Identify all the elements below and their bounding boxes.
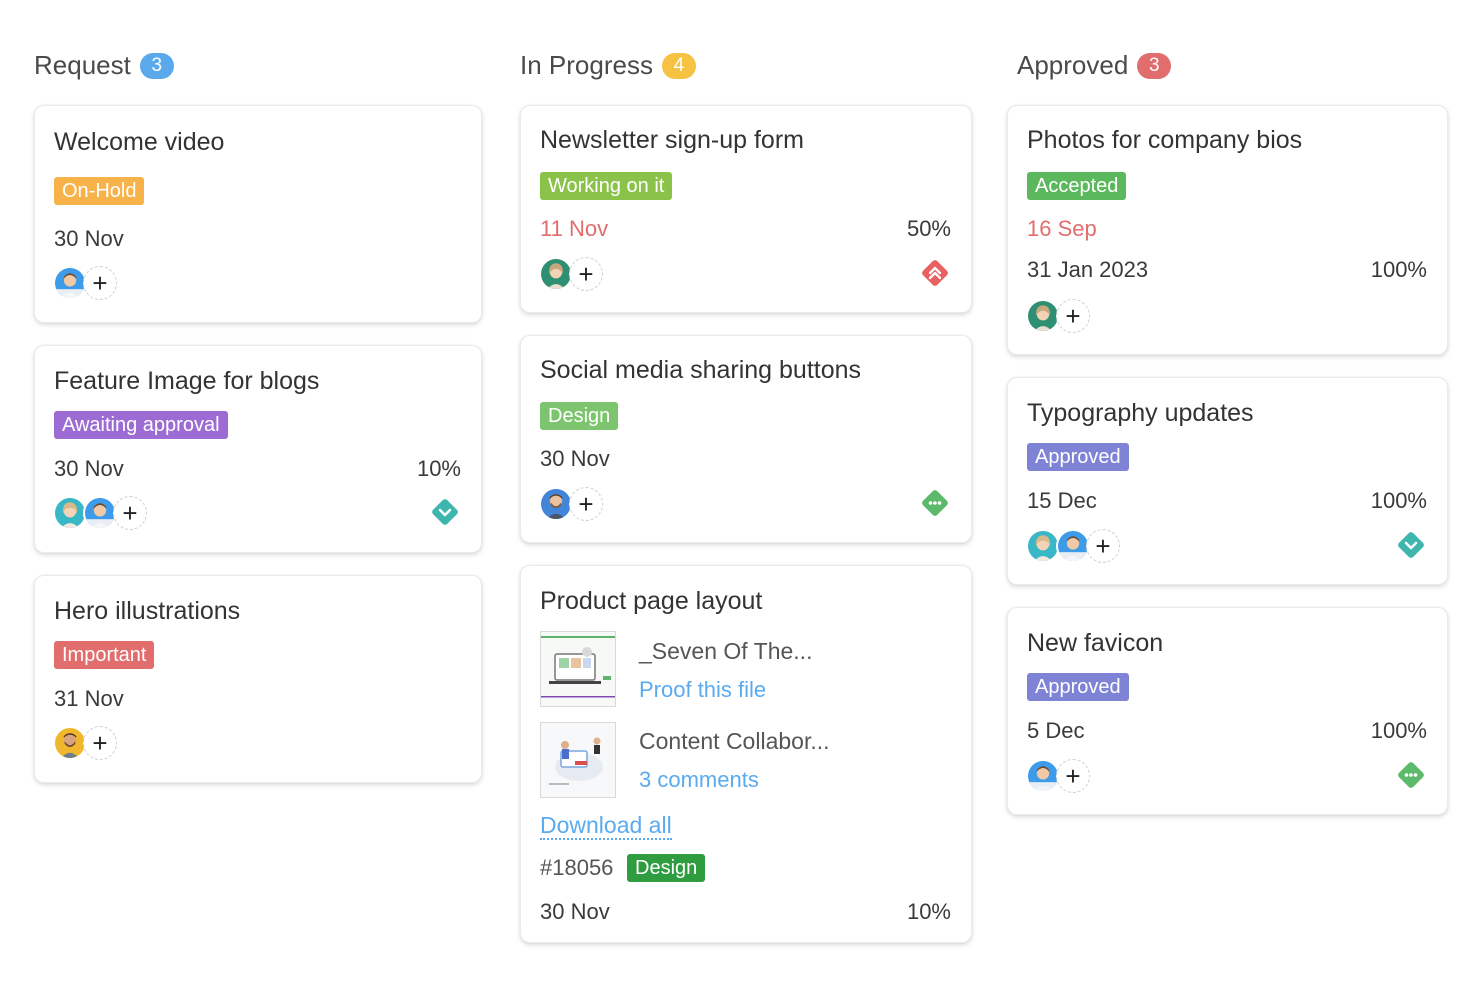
avatar[interactable] xyxy=(1026,299,1060,333)
count-badge: 4 xyxy=(661,52,696,79)
due-date: 30 Nov xyxy=(540,446,610,471)
double-chevron-up-diamond-icon[interactable] xyxy=(919,257,951,289)
progress-percent: 100% xyxy=(1370,488,1427,513)
add-assignee-button[interactable]: + xyxy=(83,266,117,300)
status-tag[interactable]: Awaiting approval xyxy=(54,411,228,439)
assignees: + xyxy=(1026,759,1090,793)
file-thumbnail[interactable] xyxy=(540,631,616,707)
image-icon xyxy=(541,632,615,706)
progress-percent: 100% xyxy=(1370,718,1427,743)
avatar[interactable] xyxy=(1056,529,1090,563)
column-header: In Progress 4 xyxy=(520,50,696,81)
due-date: 15 Dec xyxy=(1027,488,1097,513)
progress-percent: 10% xyxy=(416,456,461,481)
status-tag[interactable]: Important xyxy=(54,641,155,669)
download-all-link[interactable]: Download all xyxy=(540,813,672,840)
due-date: 30 Nov xyxy=(540,899,610,924)
count-badge: 3 xyxy=(139,52,174,79)
column-header: Approved 3 xyxy=(1017,50,1172,81)
assignees: + xyxy=(53,266,117,300)
card-title[interactable]: Typography updates xyxy=(1027,399,1254,428)
task-card[interactable]: Product page layout _Seven Of The... Pro… xyxy=(520,565,972,943)
due-date: 11 Nov xyxy=(540,216,609,241)
due-date: 5 Dec xyxy=(1027,718,1085,743)
avatar[interactable] xyxy=(1026,759,1060,793)
due-date: 31 Jan 2023 xyxy=(1027,257,1149,282)
avatar[interactable] xyxy=(539,257,573,291)
card-title[interactable]: Social media sharing buttons xyxy=(540,356,861,385)
card-title[interactable]: Photos for company bios xyxy=(1027,126,1302,155)
avatar[interactable] xyxy=(83,496,117,530)
avatar[interactable] xyxy=(53,496,87,530)
column-title: Approved xyxy=(1017,50,1129,80)
proof-file-link[interactable]: Proof this file xyxy=(639,677,766,703)
task-card[interactable]: Welcome video On-Hold 30 Nov + xyxy=(34,105,482,323)
progress-percent: 100% xyxy=(1370,257,1427,282)
column-title: Request xyxy=(34,50,131,80)
progress-percent: 50% xyxy=(906,216,951,241)
chevron-down-diamond-icon[interactable] xyxy=(1395,529,1427,561)
comments-link[interactable]: 3 comments xyxy=(639,767,759,793)
add-assignee-button[interactable]: + xyxy=(1056,759,1090,793)
status-tag[interactable]: Approved xyxy=(1027,673,1129,701)
task-card[interactable]: Photos for company bios Accepted 16 Sep … xyxy=(1007,105,1448,355)
file-name[interactable]: _Seven Of The... xyxy=(639,638,812,665)
status-tag[interactable]: Working on it xyxy=(540,172,673,200)
status-tag[interactable]: Accepted xyxy=(1027,172,1127,200)
card-title[interactable]: New favicon xyxy=(1027,629,1163,658)
due-date: 30 Nov xyxy=(54,226,124,251)
avatar[interactable] xyxy=(53,726,87,760)
avatar[interactable] xyxy=(1026,529,1060,563)
avatar[interactable] xyxy=(53,266,87,300)
card-title[interactable]: Product page layout xyxy=(540,587,762,616)
task-card[interactable]: Feature Image for blogs Awaiting approva… xyxy=(34,345,482,553)
card-title[interactable]: Welcome video xyxy=(54,128,224,157)
chevron-down-diamond-icon[interactable] xyxy=(429,496,461,528)
add-assignee-button[interactable]: + xyxy=(113,496,147,530)
card-title[interactable]: Feature Image for blogs xyxy=(54,367,319,396)
add-assignee-button[interactable]: + xyxy=(83,726,117,760)
dots-diamond-icon[interactable] xyxy=(919,487,951,519)
add-assignee-button[interactable]: + xyxy=(569,487,603,521)
status-tag[interactable]: Approved xyxy=(1027,443,1129,471)
start-date: 16 Sep xyxy=(1027,216,1097,241)
assignees: + xyxy=(539,257,603,291)
task-card[interactable]: Hero illustrations Important 31 Nov + xyxy=(34,575,482,783)
assignees: + xyxy=(1026,299,1090,333)
assignees: + xyxy=(539,487,603,521)
status-tag[interactable]: Design xyxy=(627,854,706,882)
count-badge: 3 xyxy=(1137,52,1172,79)
card-title[interactable]: Newsletter sign-up form xyxy=(540,126,804,155)
task-card[interactable]: Newsletter sign-up form Working on it 11… xyxy=(520,105,972,313)
column-header: Request 3 xyxy=(34,50,174,81)
assignees: + xyxy=(53,496,147,530)
task-card[interactable]: New favicon Approved 5 Dec 100% + xyxy=(1007,607,1448,815)
assignees: + xyxy=(53,726,117,760)
column-title: In Progress xyxy=(520,50,653,80)
task-id: #18056 xyxy=(540,855,614,880)
assignees: + xyxy=(1026,529,1120,563)
task-card[interactable]: Typography updates Approved 15 Dec 100% … xyxy=(1007,377,1448,585)
due-date: 31 Nov xyxy=(54,686,124,711)
image-icon xyxy=(541,723,615,797)
file-name[interactable]: Content Collabor... xyxy=(639,728,830,755)
due-date: 30 Nov xyxy=(54,456,124,481)
add-assignee-button[interactable]: + xyxy=(569,257,603,291)
dots-diamond-icon[interactable] xyxy=(1395,759,1427,791)
file-thumbnail[interactable] xyxy=(540,722,616,798)
add-assignee-button[interactable]: + xyxy=(1086,529,1120,563)
status-tag[interactable]: Design xyxy=(540,402,619,430)
status-tag[interactable]: On-Hold xyxy=(54,177,145,205)
add-assignee-button[interactable]: + xyxy=(1056,299,1090,333)
card-title[interactable]: Hero illustrations xyxy=(54,597,240,626)
avatar[interactable] xyxy=(539,487,573,521)
progress-percent: 10% xyxy=(906,899,951,924)
task-card[interactable]: Social media sharing buttons Design 30 N… xyxy=(520,335,972,543)
